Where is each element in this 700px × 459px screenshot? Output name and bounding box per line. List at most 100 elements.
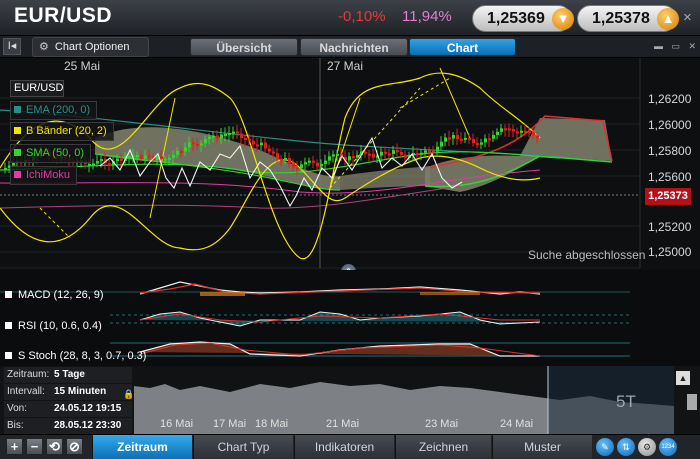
- candle-body: [480, 142, 483, 145]
- candle-body: [388, 153, 391, 156]
- info-bis: Bis: 28.05.12 23:30: [4, 418, 132, 434]
- info-value: 24.05.12 19:15: [54, 403, 122, 414]
- reset-icon[interactable]: ⟲: [46, 438, 63, 455]
- info-von: Von: 24.05.12 19:15: [4, 401, 132, 417]
- candle-body: [312, 160, 315, 163]
- legend-label: B Bänder (20, 2): [26, 125, 107, 137]
- candle-body: [256, 144, 259, 147]
- candle-body: [492, 135, 495, 139]
- candle-body: [168, 157, 171, 160]
- legend-ichimoku[interactable]: IchiMoku: [10, 166, 78, 185]
- candle-body: [276, 153, 279, 159]
- candle-body: [204, 139, 207, 144]
- candle-body: [440, 141, 443, 147]
- chart-options-button[interactable]: ⚙ Chart Optionen: [32, 37, 149, 57]
- candle-body: [528, 131, 531, 134]
- candle-body: [108, 163, 111, 166]
- candle-body: [364, 151, 367, 154]
- candle-body: [460, 138, 463, 141]
- legend-ema[interactable]: EMA (200, 0): [10, 101, 98, 120]
- candle-body: [348, 156, 351, 161]
- lock-icon[interactable]: 🔒: [123, 386, 134, 402]
- price-chart-area[interactable]: 25 Mai 27 Mai EUR/USD EMA (200, 0) B Bän…: [0, 58, 700, 368]
- settings-icon[interactable]: ⚙: [638, 438, 656, 456]
- candle-body: [432, 150, 435, 153]
- tab-zeitraum[interactable]: Zeitraum: [92, 435, 192, 459]
- scrollbar-thumb[interactable]: [687, 394, 697, 410]
- candle-body: [296, 167, 299, 170]
- window-controls[interactable]: ▬ ▭ ✕: [654, 41, 699, 52]
- change-absolute: -0,10%: [338, 8, 386, 25]
- legend-bollinger[interactable]: B Bänder (20, 2): [10, 122, 114, 141]
- tab-indikatoren[interactable]: Indikatoren: [294, 435, 394, 459]
- candle-body: [160, 156, 163, 160]
- sort-icon[interactable]: ⇅: [617, 438, 635, 456]
- candle-body: [120, 158, 123, 161]
- bid-price-button[interactable]: 1,25369 ▼: [472, 5, 574, 32]
- date-label: 25 Mai: [64, 59, 101, 73]
- candle-body: [368, 153, 371, 156]
- candle-body: [268, 148, 271, 152]
- candle-body: [224, 133, 227, 136]
- draw-icon[interactable]: ✎: [596, 438, 614, 456]
- symbol-title: EUR/USD: [14, 4, 113, 27]
- collapse-panel-button[interactable]: I◂: [3, 38, 21, 55]
- gear-icon: ⚙: [39, 41, 49, 53]
- zoom-in-button[interactable]: +: [6, 438, 23, 455]
- candle-body: [316, 162, 319, 167]
- candle-body: [532, 132, 535, 136]
- checkbox-icon: [5, 291, 12, 298]
- indicator-macd[interactable]: MACD (12, 26, 9): [5, 288, 104, 302]
- price-axis-label: 1,25200: [648, 220, 692, 234]
- candle-body: [416, 153, 419, 156]
- tab-nachrichten[interactable]: Nachrichten: [300, 38, 408, 56]
- candle-body: [496, 131, 499, 136]
- scroll-up-icon[interactable]: ▲: [676, 371, 690, 385]
- tab-muster[interactable]: Muster: [492, 435, 592, 459]
- candle-body: [280, 158, 283, 161]
- info-value: 28.05.12 23:30: [54, 420, 122, 431]
- cancel-icon[interactable]: ⊘: [66, 438, 83, 455]
- candle-body: [216, 135, 219, 139]
- candle-body: [212, 135, 215, 138]
- candle-body: [144, 155, 147, 159]
- indicator-stoch[interactable]: S Stoch (28, 8, 3, 0.7, 0.3): [5, 349, 146, 363]
- indicator-label: S Stoch (28, 8, 3, 0.7, 0.3): [18, 350, 147, 362]
- indicator-rsi[interactable]: RSI (10, 0.6, 0.4): [5, 319, 102, 333]
- legend-swatch: [14, 149, 21, 156]
- candle-body: [116, 158, 119, 162]
- candle-body: [512, 128, 515, 132]
- info-value: 15 Minuten: [54, 386, 107, 397]
- candle-body: [4, 167, 7, 170]
- candle-body: [236, 131, 239, 134]
- candle-body: [136, 155, 139, 158]
- change-percent: 11,94%: [402, 8, 452, 25]
- numbers-icon[interactable]: 1234: [659, 438, 677, 456]
- close-icon[interactable]: ×: [683, 9, 692, 26]
- candle-body: [188, 142, 191, 148]
- candle-body: [164, 158, 167, 161]
- tab-chart-typ[interactable]: Chart Typ: [193, 435, 293, 459]
- legend-label: SMA (50, 0): [26, 147, 85, 159]
- chart-options-label: Chart Optionen: [54, 41, 130, 53]
- tab-zeichnen[interactable]: Zeichnen: [395, 435, 491, 459]
- candle-body: [220, 134, 223, 139]
- period-label: 5T: [616, 392, 636, 411]
- candle-body: [328, 156, 331, 161]
- header-bar: EUR/USD -0,10% 11,94% 1,25369 ▼ 1,25378 …: [0, 0, 700, 36]
- legend-label: IchiMoku: [26, 169, 71, 181]
- legend-sma[interactable]: SMA (50, 0): [10, 144, 92, 163]
- candle-body: [288, 158, 291, 164]
- candle-body: [504, 128, 507, 131]
- candle-body: [352, 156, 355, 159]
- candle-body: [332, 154, 335, 157]
- legend-swatch: [14, 127, 21, 134]
- ask-price-button[interactable]: 1,25378 ▲: [577, 5, 679, 32]
- tab-uebersicht[interactable]: Übersicht: [190, 38, 298, 56]
- search-status: Suche abgeschlossen: [528, 248, 646, 262]
- candle-body: [448, 137, 451, 140]
- tab-chart[interactable]: Chart: [409, 38, 516, 56]
- zoom-out-button[interactable]: −: [26, 438, 43, 455]
- candle-body: [472, 139, 475, 144]
- candle-body: [184, 147, 187, 152]
